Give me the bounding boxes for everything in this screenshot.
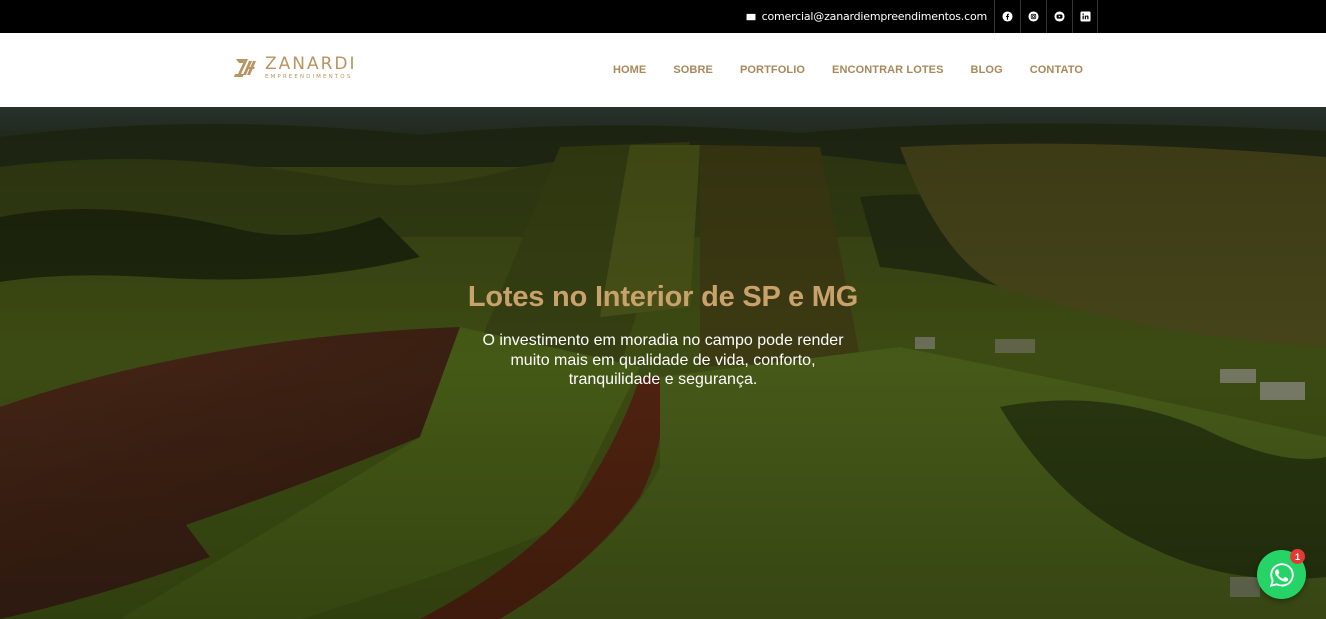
main-nav: HOME SOBRE PORTFOLIO ENCONTRAR LOTES BLO… [613, 33, 1083, 107]
nav-encontrar-lotes[interactable]: ENCONTRAR LOTES [832, 64, 944, 76]
hero-title: Lotes no Interior de SP e MG [467, 281, 859, 313]
contact-email-text[interactable]: comercial@zanardiempreendimentos.com [762, 10, 988, 23]
social-links [994, 0, 1098, 33]
nav-blog[interactable]: BLOG [971, 64, 1003, 76]
facebook-link[interactable] [994, 0, 1020, 33]
site-header: ZANARDI EMPREENDIMENTOS HOME SOBRE PORTF… [0, 33, 1326, 107]
hero-subtitle: O investimento em moradia no campo pode … [482, 332, 844, 388]
nav-home[interactable]: HOME [613, 64, 646, 76]
instagram-icon [1028, 11, 1039, 22]
hero-banner: Lotes no Interior de SP e MG O investime… [0, 107, 1326, 619]
envelope-icon [746, 13, 756, 20]
whatsapp-icon [1269, 562, 1294, 587]
facebook-icon [1002, 11, 1013, 22]
top-bar: comercial@zanardiempreendimentos.com [0, 0, 1326, 33]
logo-subtitle: EMPREENDIMENTOS [265, 73, 353, 80]
notification-badge: 1 [1290, 549, 1305, 564]
nav-portfolio[interactable]: PORTFOLIO [740, 64, 805, 76]
logo[interactable]: ZANARDI EMPREENDIMENTOS [233, 55, 357, 81]
linkedin-icon [1079, 11, 1091, 22]
youtube-link[interactable] [1046, 0, 1072, 33]
nav-contato[interactable]: CONTATO [1030, 64, 1083, 76]
youtube-icon [1054, 11, 1065, 22]
zanardi-logo-mark [234, 59, 256, 77]
instagram-link[interactable] [1020, 0, 1046, 33]
nav-sobre[interactable]: SOBRE [673, 64, 713, 76]
contact-email[interactable]: comercial@zanardiempreendimentos.com [746, 0, 987, 33]
logo-name: ZANARDI [265, 53, 357, 74]
linkedin-link[interactable] [1072, 0, 1098, 33]
